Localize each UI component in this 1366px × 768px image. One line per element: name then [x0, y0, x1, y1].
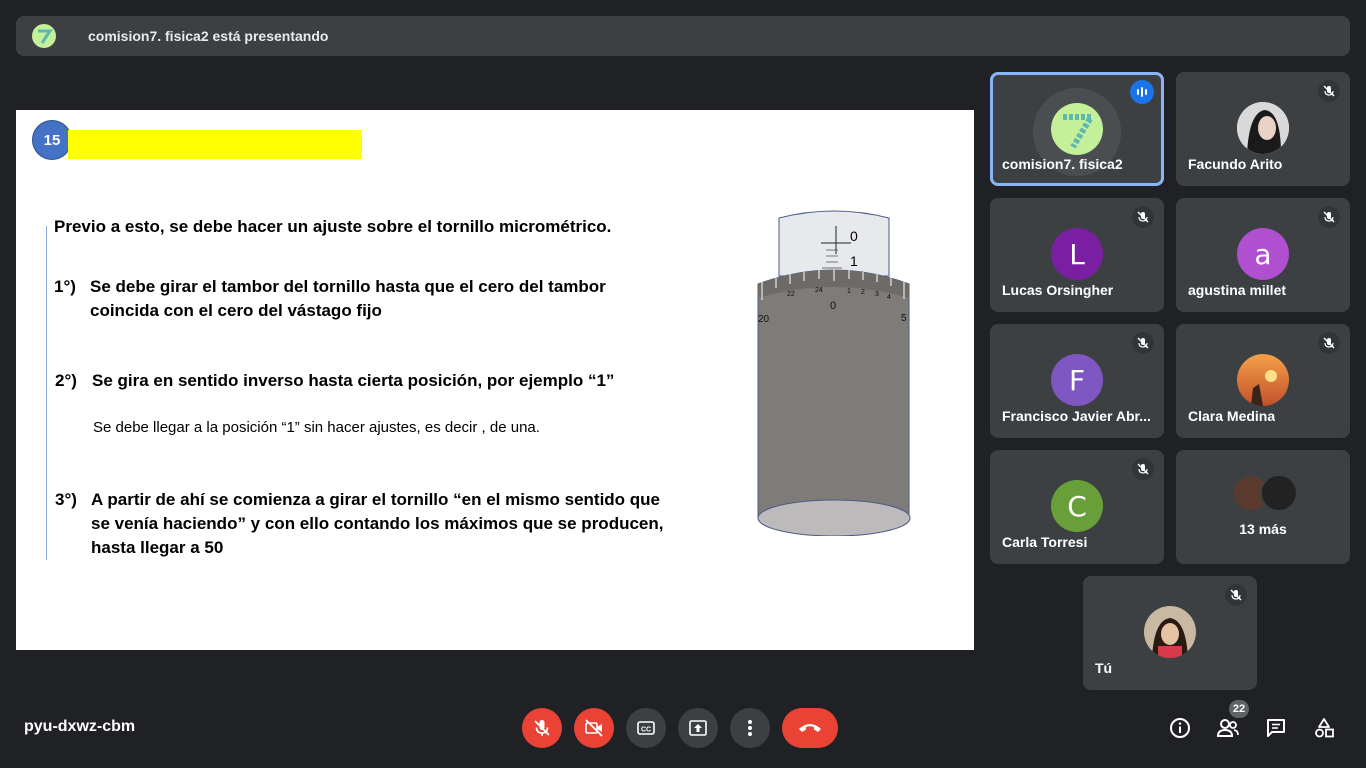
thimble-label-2: 2: [861, 289, 865, 296]
step1-number: 1°): [54, 277, 76, 296]
mic-off-icon: [1318, 206, 1340, 228]
mic-off-icon: [1132, 332, 1154, 354]
toggle-camera-button[interactable]: [574, 708, 614, 748]
participant-tile-comision7[interactable]: comision7. fisica2: [990, 72, 1164, 186]
camera-off-icon: [585, 719, 603, 737]
end-call-icon: [799, 724, 821, 732]
seven-logo-avatar: [1051, 103, 1103, 155]
participant-tile-facundo[interactable]: Facundo Arito: [1176, 72, 1350, 186]
participant-tile-carla[interactable]: C Carla Torresi: [990, 450, 1164, 564]
intro-text: Previo a esto, se debe hacer un ajuste s…: [54, 217, 612, 236]
participant-tile-lucas[interactable]: L Lucas Orsingher: [990, 198, 1164, 312]
title-highlight: [68, 130, 362, 159]
chat-icon: [1267, 719, 1285, 737]
thimble-label-1: 1: [847, 288, 851, 295]
present-screen-icon: [689, 720, 707, 736]
more-vert-icon: [748, 720, 752, 736]
avatar: L: [1051, 228, 1103, 280]
step1-line1: Se debe girar el tambor del tornillo has…: [90, 277, 606, 296]
step3-number: 3°): [55, 490, 77, 509]
meeting-details-button[interactable]: [1164, 712, 1196, 744]
thimble-label-22: 22: [787, 291, 795, 298]
svg-text:CC: CC: [641, 727, 651, 734]
sleeve-label-1: 1: [850, 253, 858, 269]
avatar: [1260, 474, 1298, 512]
toggle-mic-button[interactable]: [522, 708, 562, 748]
participant-name: Lucas Orsingher: [1002, 282, 1114, 298]
participant-name: Tú: [1095, 660, 1113, 676]
participant-tile-self[interactable]: Tú: [1083, 576, 1257, 690]
sleeve-label-0: 0: [850, 228, 858, 244]
avatar: F: [1051, 354, 1103, 406]
captions-button[interactable]: CC: [626, 708, 666, 748]
closed-captions-icon: CC: [637, 721, 655, 735]
slide-number: 15: [32, 120, 72, 160]
participant-name: Francisco Javier Abr...: [1002, 408, 1151, 424]
meeting-code: pyu-dxwz-cbm: [24, 718, 136, 735]
more-count-label: 13 más: [1239, 521, 1287, 537]
avatar: [1237, 102, 1289, 154]
presenting-text: comision7. fisica2 está presentando: [88, 28, 329, 44]
thimble-label-20: 20: [758, 314, 770, 325]
step3-line3: hasta llegar a 50: [91, 538, 224, 557]
activities-button[interactable]: [1308, 712, 1340, 744]
thimble-label-5: 5: [901, 313, 907, 324]
participant-name: Clara Medina: [1188, 408, 1276, 424]
presenting-banner: comision7. fisica2 está presentando: [16, 16, 1350, 56]
leave-call-button[interactable]: [782, 708, 838, 748]
thimble-label-0: 0: [830, 300, 836, 312]
avatar: [1237, 354, 1289, 406]
mic-off-icon: [1225, 584, 1247, 606]
avatar: a: [1237, 228, 1289, 280]
participant-name: Carla Torresi: [1002, 534, 1088, 550]
step3-line1: A partir de ahí se comienza a girar el t…: [91, 490, 661, 509]
participant-name: comision7. fisica2: [1002, 156, 1123, 172]
participant-name: agustina millet: [1188, 282, 1287, 298]
micrometer-drawing: 0 1 22 24 1 2 3 4 0 20 5: [757, 210, 911, 536]
shared-slide: 15 Previo a esto, se debe hacer un ajust…: [16, 110, 974, 650]
chat-button[interactable]: [1260, 712, 1292, 744]
participant-tile-agustina[interactable]: a agustina millet: [1176, 198, 1350, 312]
participant-tile-clara[interactable]: Clara Medina: [1176, 324, 1350, 438]
activities-shapes-icon: [1315, 718, 1334, 738]
mic-off-icon: [1318, 332, 1340, 354]
step3-line2: se venía haciendo” y con ello contando l…: [91, 514, 664, 533]
step2-number: 2°): [55, 371, 77, 390]
thimble-label-3: 3: [875, 291, 879, 298]
avatar: C: [1051, 480, 1103, 532]
avatar: [1144, 606, 1196, 658]
thimble-label-24: 24: [815, 287, 823, 294]
present-now-button[interactable]: [678, 708, 718, 748]
more-options-button[interactable]: [730, 708, 770, 748]
slide-divider: [46, 226, 47, 560]
more-participants-tile[interactable]: 13 más: [1176, 450, 1350, 564]
step1-line2: coincida con el cero del vástago fijo: [90, 301, 382, 320]
step2-line1: Se gira en sentido inverso hasta cierta …: [92, 371, 615, 390]
step2-note: Se debe llegar a la posición “1” sin hac…: [93, 419, 540, 436]
people-icon: [1216, 719, 1239, 737]
mic-off-icon: [1132, 206, 1154, 228]
mic-off-icon: [534, 720, 550, 736]
thimble-label-4: 4: [887, 294, 891, 301]
people-count-badge: 22: [1229, 700, 1249, 718]
participant-tile-francisco[interactable]: F Francisco Javier Abr...: [990, 324, 1164, 438]
presenter-avatar: [32, 24, 56, 48]
info-icon: [1170, 718, 1190, 738]
mic-off-icon: [1132, 458, 1154, 480]
mic-off-icon: [1318, 80, 1340, 102]
speaking-indicator-icon: [1130, 80, 1154, 104]
participant-name: Facundo Arito: [1188, 156, 1283, 172]
